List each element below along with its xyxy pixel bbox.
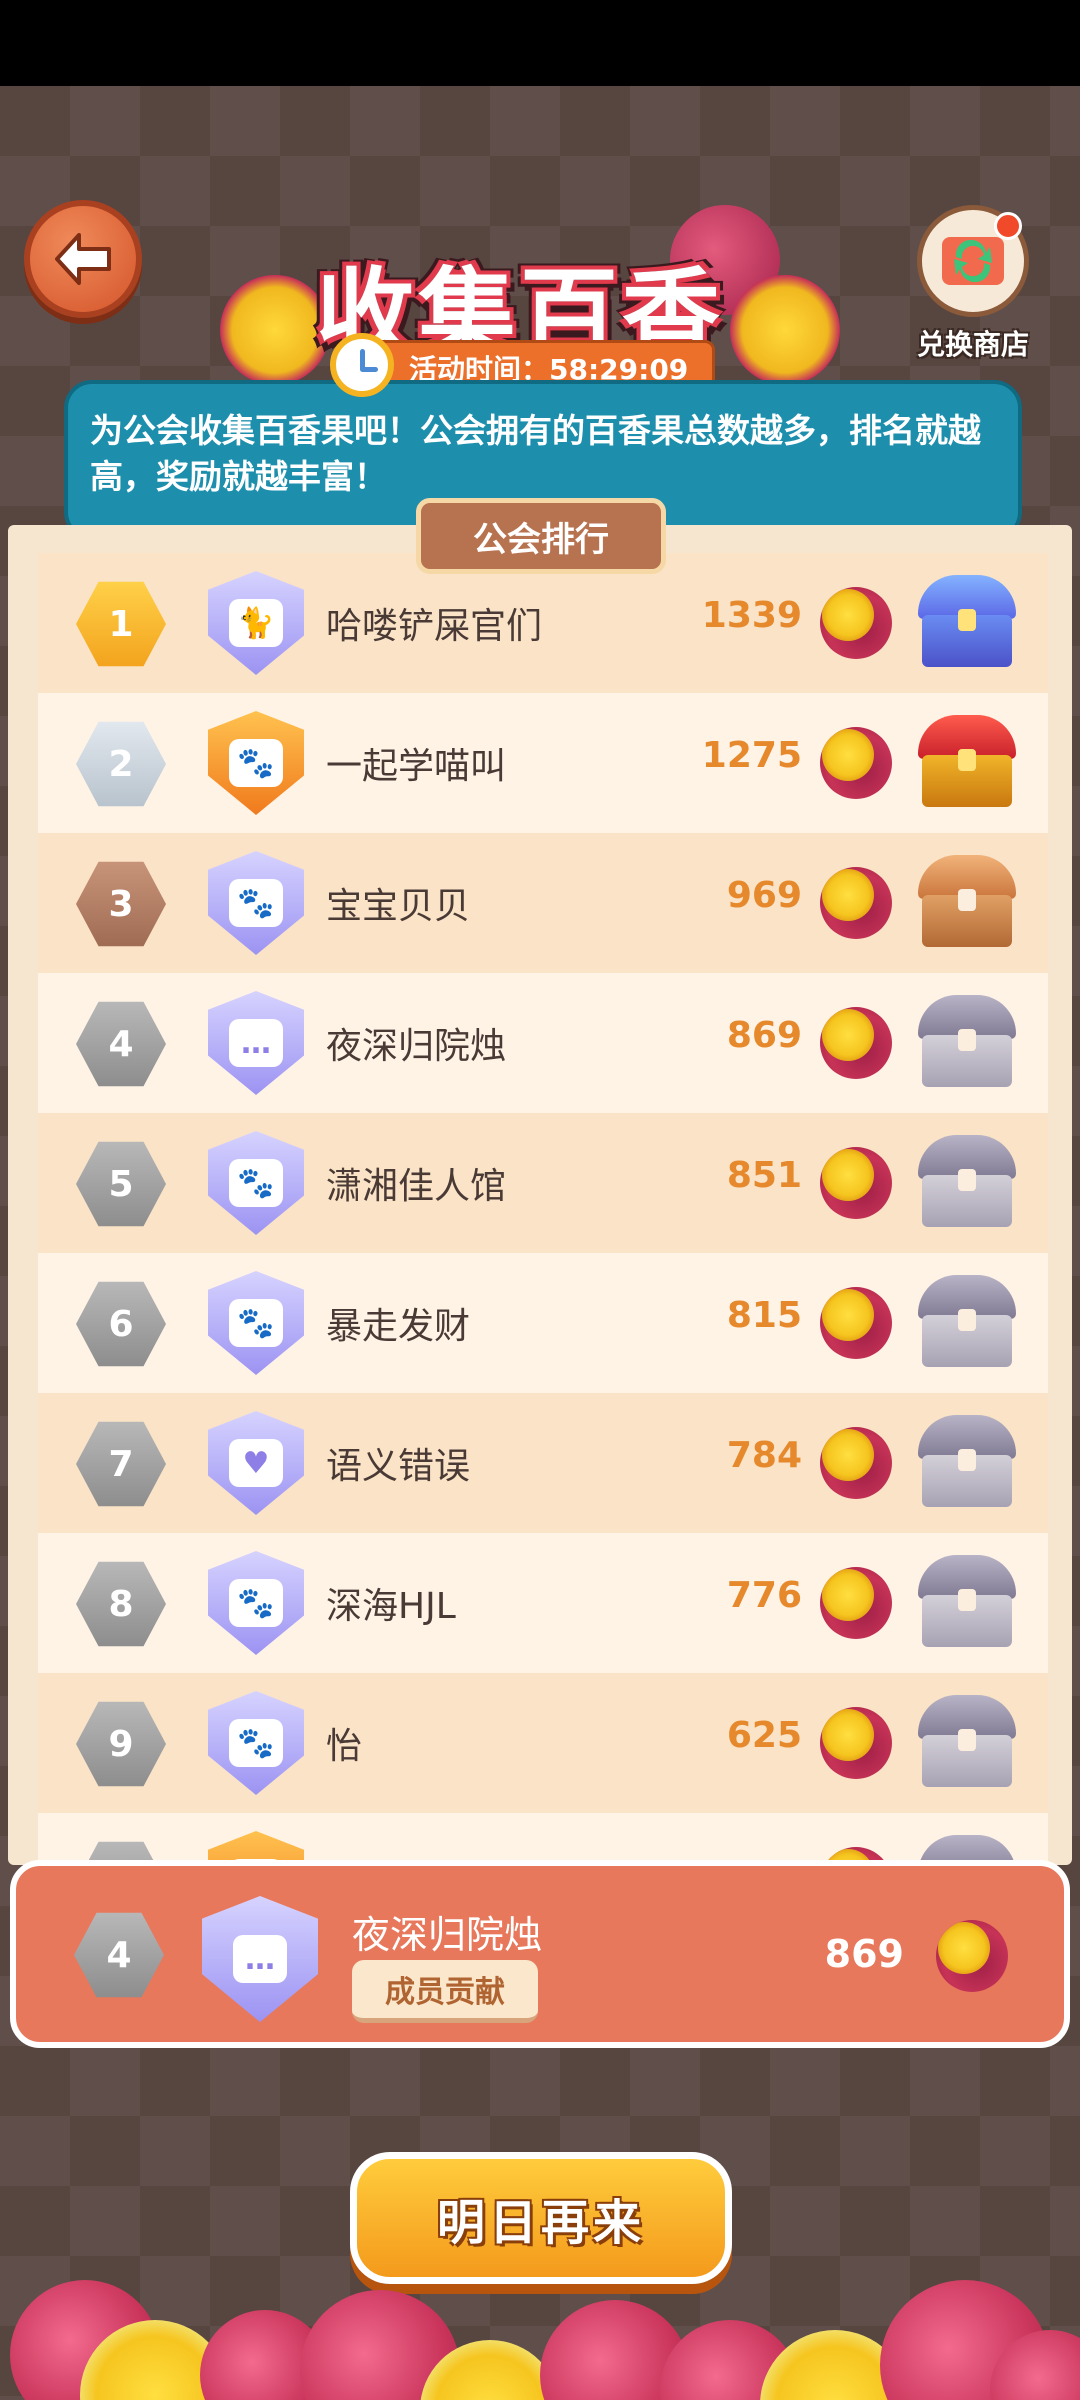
guild-emblem: 🐾 — [208, 1691, 304, 1795]
guild-score: 869 — [726, 1015, 802, 1056]
rank-badge: 5 — [76, 1141, 166, 1227]
ranking-row[interactable]: 4 … 夜深归院烛 869 — [38, 973, 1048, 1113]
reward-chest-icon[interactable] — [918, 995, 1016, 1089]
clock-icon — [330, 333, 394, 397]
guild-emblem: 🐾 — [208, 851, 304, 955]
rank-badge: 3 — [76, 861, 166, 947]
my-guild-name: 夜深归院烛 — [352, 1913, 543, 1957]
passion-fruit-icon — [820, 867, 892, 939]
ranking-list[interactable]: 1 🐈 哈喽铲屎官们 1339 2 🐾 一起学喵叫 1275 3 🐾 宝宝贝贝 969 4 … 夜深归院烛 8… — [38, 553, 1048, 1865]
guild-score: 851 — [726, 1155, 802, 1196]
my-guild-row: 4 … 夜深归院烛 成员贡献 869 — [10, 1860, 1070, 2048]
guild-score: 1339 — [701, 595, 802, 636]
rank-badge: 6 — [76, 1281, 166, 1367]
exchange-icon — [917, 205, 1029, 317]
paw-icon: 🐾 — [229, 739, 283, 787]
guild-ranking-tab: 公会排行 — [416, 498, 666, 574]
guild-score: 1275 — [701, 735, 802, 776]
exchange-shop-label: 兑换商店 — [916, 328, 1029, 361]
reward-chest-icon[interactable] — [918, 1415, 1016, 1509]
ranking-row[interactable]: 10◎紫色小仙女445 — [38, 1813, 1048, 1865]
rank-badge: 7 — [76, 1421, 166, 1507]
reward-chest-icon[interactable] — [918, 715, 1016, 809]
passion-fruit-icon — [820, 1567, 892, 1639]
notification-dot — [994, 212, 1022, 240]
reward-chest-icon[interactable] — [918, 855, 1016, 949]
heart-icon: ♥ — [229, 1439, 283, 1487]
paw-icon: 🐾 — [229, 879, 283, 927]
guild-emblem: ♥ — [208, 1411, 304, 1515]
guild-score: 815 — [726, 1295, 802, 1336]
paw-icon: 🐾 — [229, 1579, 283, 1627]
guild-score: 969 — [726, 875, 802, 916]
guild-score: 784 — [726, 1435, 802, 1476]
guild-name: 夜深归院烛 — [326, 1026, 507, 1067]
paw-icon: 🐾 — [229, 1299, 283, 1347]
passion-fruit-icon — [820, 1287, 892, 1359]
ranking-row[interactable]: 8 🐾 深海HJL 776 — [38, 1533, 1048, 1673]
passion-fruit-icon — [820, 1147, 892, 1219]
rank-badge: 4 — [74, 1912, 164, 1998]
guild-emblem: 🐾 — [208, 1131, 304, 1235]
rank-badge: 4 — [76, 1001, 166, 1087]
rank-badge: 8 — [76, 1561, 166, 1647]
ranking-row[interactable]: 1 🐈 哈喽铲屎官们 1339 — [38, 553, 1048, 693]
guild-name: 暴走发财 — [326, 1306, 471, 1347]
passion-fruit-icon — [820, 1427, 892, 1499]
reward-chest-icon[interactable] — [918, 575, 1016, 669]
reward-chest-icon[interactable] — [918, 1555, 1016, 1649]
member-contribution-button[interactable]: 成员贡献 — [352, 1960, 538, 2023]
status-bar — [0, 0, 1080, 86]
passion-fruit-icon — [820, 1007, 892, 1079]
rank-badge: 9 — [76, 1701, 166, 1787]
guild-emblem: 🐾 — [208, 1551, 304, 1655]
my-guild-score: 869 — [824, 1932, 904, 1976]
reward-chest-icon[interactable] — [918, 1275, 1016, 1369]
guild-name: 深海HJL — [326, 1586, 456, 1627]
guild-name: 语义错误 — [326, 1446, 471, 1487]
ranking-row[interactable]: 7 ♥ 语义错误 784 — [38, 1393, 1048, 1533]
guild-name: 哈喽铲屎官们 — [326, 606, 543, 647]
guild-emblem: … — [202, 1896, 318, 2022]
guild-name: 怡 — [326, 1726, 363, 1767]
passion-fruit-icon — [820, 1707, 892, 1779]
passion-fruit-icon — [820, 727, 892, 799]
cat-icon: 🐈 — [229, 599, 283, 647]
rank-badge: 1 — [76, 581, 166, 667]
guild-emblem: 🐾 — [208, 1271, 304, 1375]
reward-chest-icon[interactable] — [918, 1695, 1016, 1789]
back-button[interactable] — [24, 200, 142, 318]
rank-badge: 2 — [76, 721, 166, 807]
ranking-panel[interactable]: 1 🐈 哈喽铲屎官们 1339 2 🐾 一起学喵叫 1275 3 🐾 宝宝贝贝 969 4 … 夜深归院烛 8… — [8, 525, 1072, 1865]
chat-icon: … — [229, 1019, 283, 1067]
paw-icon: 🐾 — [229, 1719, 283, 1767]
ranking-row[interactable]: 5 🐾 潇湘佳人馆 851 — [38, 1113, 1048, 1253]
passion-fruit-icon — [936, 1920, 1008, 1992]
guild-name: 一起学喵叫 — [326, 746, 507, 787]
guild-emblem: 🐈 — [208, 571, 304, 675]
guild-score: 625 — [726, 1715, 802, 1756]
guild-emblem: … — [208, 991, 304, 1095]
passion-fruit-icon — [820, 587, 892, 659]
exchange-shop-button[interactable]: 兑换商店 — [908, 205, 1038, 363]
ranking-row[interactable]: 3 🐾 宝宝贝贝 969 — [38, 833, 1048, 973]
paw-icon: 🐾 — [229, 1159, 283, 1207]
guild-score: 776 — [726, 1575, 802, 1616]
ranking-row[interactable]: 9 🐾 怡 625 — [38, 1673, 1048, 1813]
passion-fruit-pile-decoration — [0, 2260, 1080, 2400]
ranking-row[interactable]: 2 🐾 一起学喵叫 1275 — [38, 693, 1048, 833]
guild-emblem: 🐾 — [208, 711, 304, 815]
reward-chest-icon[interactable] — [918, 1135, 1016, 1229]
ranking-row[interactable]: 6 🐾 暴走发财 815 — [38, 1253, 1048, 1393]
guild-name: 潇湘佳人馆 — [326, 1166, 507, 1207]
arrow-left-icon — [55, 233, 111, 285]
refresh-arrows-icon — [942, 237, 1004, 285]
guild-name: 宝宝贝贝 — [326, 886, 471, 927]
chat-icon: … — [233, 1935, 287, 1983]
